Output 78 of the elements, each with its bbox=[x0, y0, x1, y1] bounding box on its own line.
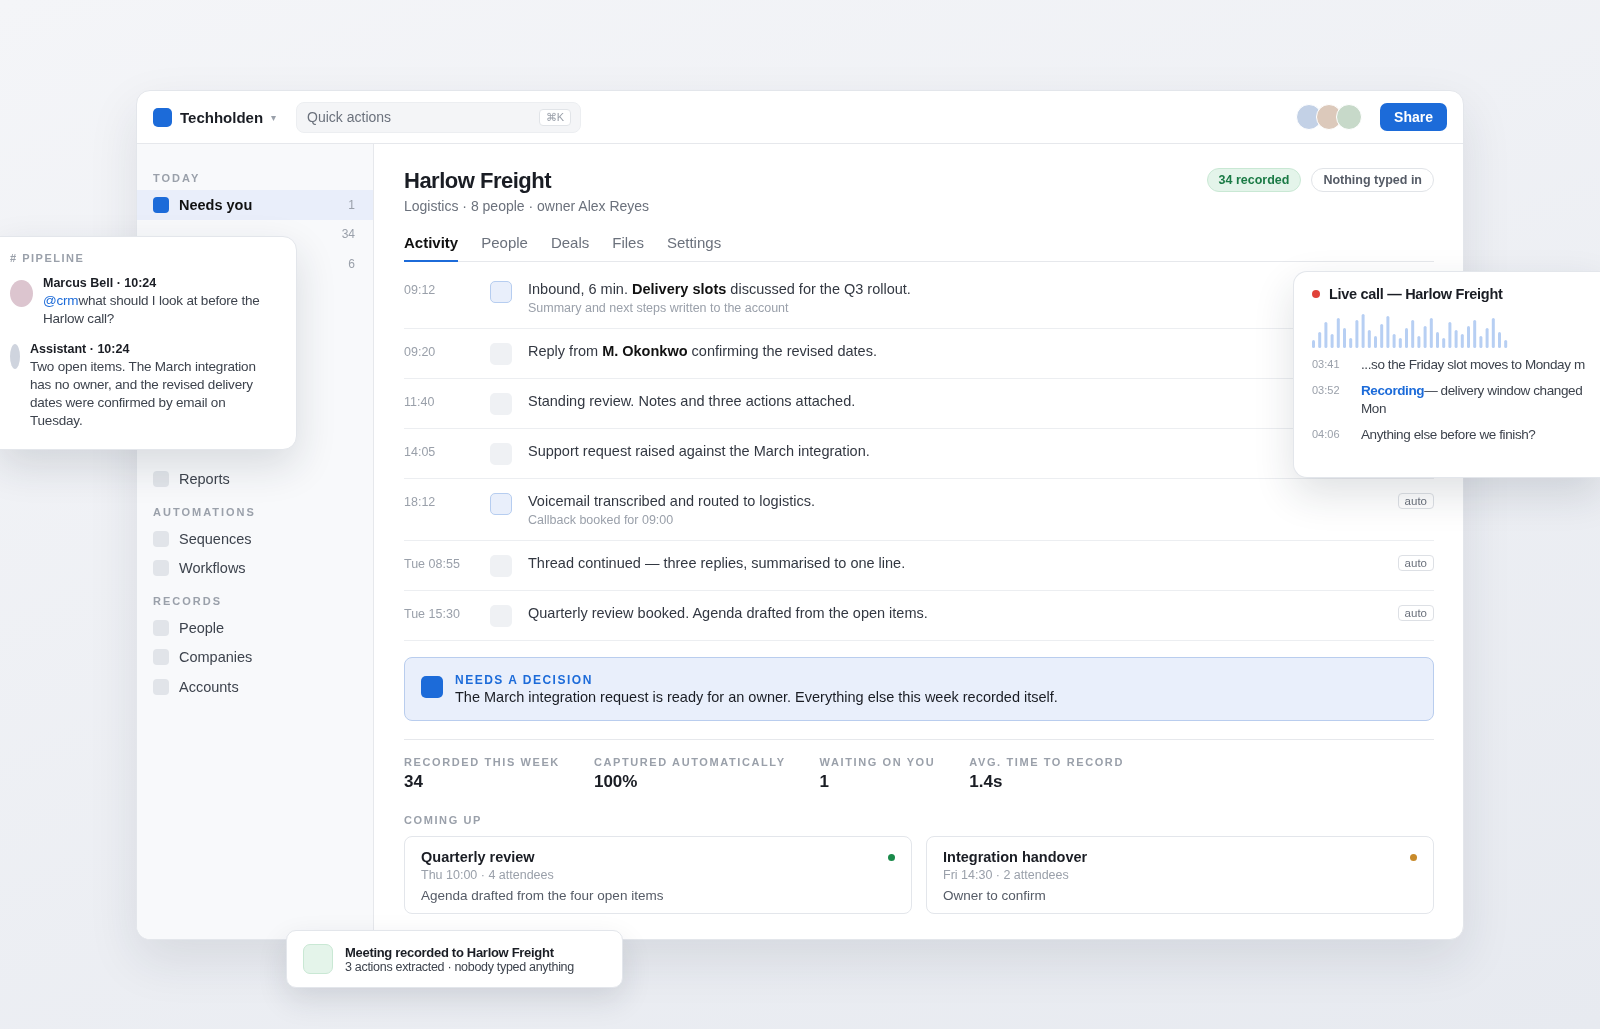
activity-time: 09:20 bbox=[404, 344, 437, 359]
activity-time: Tue 08:55 bbox=[404, 556, 461, 571]
sidebar-item[interactable]: People bbox=[137, 613, 373, 643]
event-note: Agenda drafted from the four open items bbox=[421, 888, 665, 903]
item-icon bbox=[153, 196, 169, 213]
activity-text: Thread continued — three replies, summarised to one line. bbox=[528, 555, 906, 571]
stat-label: RECORDED THIS WEEK bbox=[404, 756, 560, 768]
activity-note: Summary and next steps written to the account bbox=[528, 301, 789, 315]
decision-text: The March integration request is ready for an owner. Everything else this week recorded itself. bbox=[455, 689, 1058, 705]
activity-time: 18:12 bbox=[404, 494, 437, 509]
tab[interactable]: Settings bbox=[666, 234, 722, 262]
item-icon bbox=[153, 471, 169, 488]
decision-title: NEEDS A DECISION bbox=[455, 673, 594, 687]
tab[interactable]: People bbox=[481, 234, 528, 262]
auto-tag: auto bbox=[1397, 605, 1434, 621]
activity-text: Standing review. Notes and three actions attached. bbox=[528, 393, 856, 409]
tab[interactable]: Files bbox=[612, 234, 644, 262]
workspace-name[interactable]: Techholden bbox=[180, 108, 264, 126]
activity-text: Voicemail transcribed and routed to logistics. bbox=[528, 493, 815, 509]
activity-time: 11:40 bbox=[404, 394, 436, 409]
sidebar-item[interactable]: Workflows bbox=[137, 553, 373, 583]
tab[interactable]: Activity bbox=[404, 234, 459, 262]
toast-icon bbox=[303, 944, 333, 974]
sidebar-item[interactable]: Sequences bbox=[137, 524, 373, 554]
tab[interactable]: Deals bbox=[550, 234, 590, 262]
message-author: Assistant · 10:24 bbox=[30, 342, 131, 356]
sidebar-item[interactable]: Accounts bbox=[137, 672, 373, 702]
auto-tag: auto bbox=[1397, 555, 1434, 571]
sidebar-item[interactable]: Needs you 1 bbox=[137, 190, 373, 220]
activity-text: Support request raised against the March integration. bbox=[528, 443, 870, 459]
activity-note: Callback booked for 09:00 bbox=[528, 513, 674, 527]
sidebar-item[interactable]: Reports bbox=[137, 464, 373, 494]
live-call-title: Live call — Harlow Freight bbox=[1329, 286, 1503, 302]
event-title: Quarterly review bbox=[421, 849, 535, 865]
toast-title: Meeting recorded to Harlow Freight bbox=[345, 944, 555, 960]
event-time: Thu 10:00 · 4 attendees bbox=[421, 868, 555, 882]
channel-name: # PIPELINE bbox=[10, 252, 86, 264]
event-card[interactable]: Quarterly review Thu 10:00 · 4 attendees Agenda drafted from the four open items bbox=[404, 836, 912, 914]
section-heading: COMING UP bbox=[404, 814, 483, 826]
event-title: Integration handover bbox=[943, 849, 1088, 865]
share-button[interactable]: Share bbox=[1380, 103, 1447, 131]
stat-value: 100% bbox=[593, 772, 639, 792]
message-text: Two open items. The March integration has no owner, and the revised delivery dates were confirmed by email on Tuesday. bbox=[30, 358, 257, 430]
status-badge: Nothing typed in bbox=[1311, 168, 1434, 192]
activity-text: Quarterly review booked. Agenda drafted from the open items. bbox=[528, 605, 928, 621]
activity-time: 09:12 bbox=[404, 282, 437, 297]
transcript-time: 03:41 bbox=[1312, 357, 1341, 372]
toast-text: 3 actions extracted · nobody typed anything bbox=[345, 959, 574, 974]
section-heading: RECORDS bbox=[152, 595, 223, 609]
stat-label: CAPTURED AUTOMATICALLY bbox=[593, 756, 786, 768]
account-meta: Logistics · 8 people · owner Alex Reyes bbox=[404, 198, 650, 214]
transcript-time: 04:06 bbox=[1312, 427, 1341, 442]
activity-time: 14:05 bbox=[404, 444, 437, 459]
stat-value: 1.4s bbox=[969, 772, 1004, 792]
auto-tag: auto bbox=[1397, 493, 1434, 509]
activity-text: Inbound, 6 min. Delivery slots discussed for the Q3 rollout. bbox=[528, 281, 911, 297]
transcript-time: 03:52 bbox=[1312, 383, 1341, 398]
workspace-logo-icon bbox=[153, 107, 172, 127]
stat-value: 34 bbox=[404, 772, 424, 792]
account-title: Harlow Freight bbox=[404, 168, 553, 194]
message-text: @crmwhat should I look at before the Harlow call? bbox=[43, 292, 261, 328]
section-heading: AUTOMATIONS bbox=[152, 506, 257, 520]
decision-icon bbox=[421, 676, 443, 698]
section-heading: TODAY bbox=[152, 172, 202, 186]
activity-text: Reply from M. Okonkwo confirming the revised dates. bbox=[528, 343, 877, 359]
transcript-text: Anything else before we finish? bbox=[1361, 426, 1536, 444]
sidebar-item[interactable]: Companies bbox=[137, 642, 373, 672]
transcript-text: ...so the Friday slot moves to Monday m bbox=[1361, 356, 1585, 374]
transcript-text: Recording— delivery window changed Mon bbox=[1361, 382, 1583, 418]
message-author: Marcus Bell · 10:24 bbox=[43, 276, 158, 290]
event-note: Owner to confirm bbox=[943, 888, 1047, 903]
event-time: Fri 14:30 · 2 attendees bbox=[943, 868, 1070, 882]
stat-label: AVG. TIME TO RECORD bbox=[969, 756, 1124, 768]
event-card[interactable]: Integration handover Fri 14:30 · 2 attendees Owner to confirm bbox=[926, 836, 1434, 914]
activity-time: Tue 15:30 bbox=[404, 606, 461, 621]
stat-value: 1 bbox=[819, 772, 831, 792]
stat-label: WAITING ON YOU bbox=[819, 756, 936, 768]
status-badge: 34 recorded bbox=[1206, 168, 1302, 192]
